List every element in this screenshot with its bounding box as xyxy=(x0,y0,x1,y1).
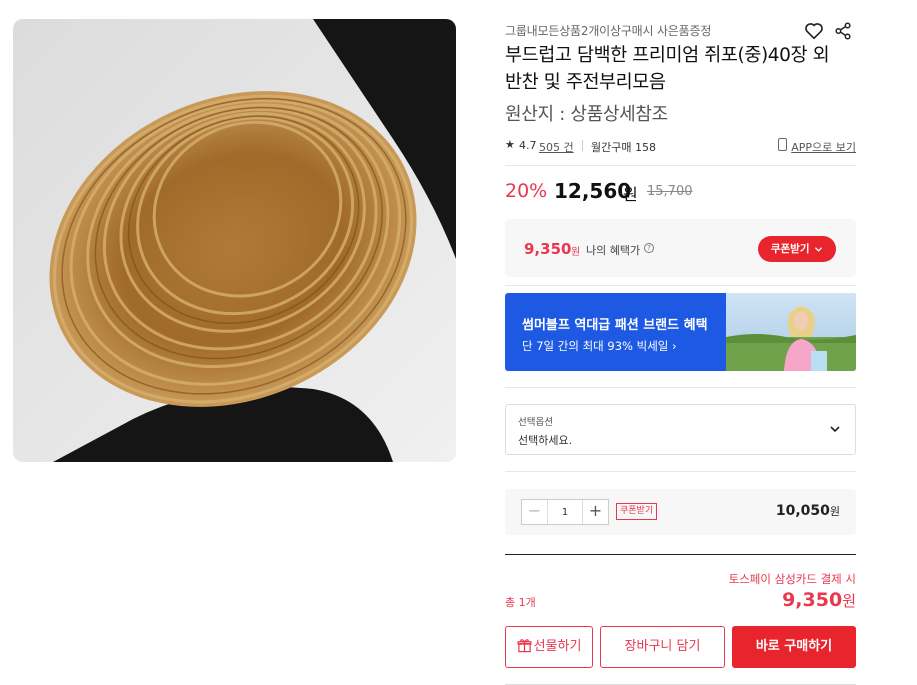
star-icon: ★ xyxy=(505,138,515,151)
promo-banner[interactable]: 썸머블프 역대급 패션 브랜드 혜택 단 7일 간의 최대 93% 빅세일 › xyxy=(505,293,856,371)
product-info-panel: 그룹내모든상품2개이상구매시 사은품증정 부드럽고 담백한 프리미엄 쥐포(중)… xyxy=(505,0,856,685)
meta-divider xyxy=(582,140,583,151)
benefit-box: 9,350 원 나의 혜택가 ? 쿠폰받기 xyxy=(505,219,856,277)
share-icon[interactable] xyxy=(832,20,854,42)
product-meta: ★ 4.7 505 건 월간구매 158 APP으로 보기 xyxy=(505,138,856,156)
sale-price: 12,560 xyxy=(554,179,632,203)
product-title: 부드럽고 담백한 프리미엄 쥐포(중)40장 외 반찬 및 주전부리모음 xyxy=(505,45,830,93)
promo-text: 그룹내모든상품2개이상구매시 사은품증정 xyxy=(505,24,712,38)
benefit-price: 9,350 xyxy=(524,240,572,258)
banner-model-image xyxy=(726,293,856,371)
discount-rate: 20% xyxy=(505,180,548,202)
original-price: 15,700 xyxy=(647,184,693,199)
quantity-stepper: − + xyxy=(521,499,609,525)
dried-filefish-photo xyxy=(13,19,456,462)
option-price-value: 10,050 xyxy=(775,503,830,519)
buy-now-button[interactable]: 바로 구매하기 xyxy=(732,626,856,668)
card-payment-note: 토스페이 삼성카드 결제 시 xyxy=(728,572,856,586)
option-value: 선택하세요. xyxy=(518,434,573,447)
benefit-unit: 원 xyxy=(571,247,581,258)
review-count-link[interactable]: 505 건 xyxy=(539,139,574,155)
option-price: 10,050원 xyxy=(776,503,840,519)
info-icon[interactable]: ? xyxy=(644,243,654,253)
divider xyxy=(505,285,856,286)
gift-icon xyxy=(517,638,532,652)
coupon-button[interactable]: 쿠폰받기 xyxy=(758,236,836,262)
total-price-unit: 원 xyxy=(842,592,856,610)
phone-icon xyxy=(778,138,788,151)
price-unit: 원 xyxy=(623,185,638,204)
divider xyxy=(505,471,856,472)
quantity-input[interactable] xyxy=(548,500,582,524)
option-select[interactable]: 선택옵션 선택하세요. xyxy=(505,404,856,455)
app-view-label: APP으로 보기 xyxy=(791,141,856,154)
heart-icon[interactable] xyxy=(803,20,825,42)
add-to-cart-button[interactable]: 장바구니 담기 xyxy=(600,626,725,668)
rating-value: 4.7 xyxy=(519,139,537,152)
quantity-box: − + 쿠폰받기 10,050원 xyxy=(505,489,856,535)
gift-button[interactable]: 선물하기 xyxy=(505,626,593,668)
option-price-unit: 원 xyxy=(829,505,840,518)
total-price-value: 9,350 xyxy=(782,589,843,611)
divider xyxy=(505,165,856,166)
decrease-button[interactable]: − xyxy=(522,500,548,524)
banner-title: 썸머블프 역대급 패션 브랜드 혜택 xyxy=(522,318,708,333)
total-divider xyxy=(505,554,856,555)
chevron-down-icon xyxy=(830,426,840,433)
coupon-button-label: 쿠폰받기 xyxy=(770,243,810,255)
option-label: 선택옵션 xyxy=(518,417,553,428)
divider xyxy=(505,387,856,388)
increase-button[interactable]: + xyxy=(582,500,608,524)
monthly-purchase: 월간구매 158 xyxy=(591,141,656,154)
coupon-tag[interactable]: 쿠폰받기 xyxy=(616,503,658,520)
chevron-down-icon xyxy=(815,246,823,252)
total-count: 총 1개 xyxy=(505,596,536,609)
total-price: 9,350원 xyxy=(782,589,856,611)
app-view-link[interactable]: APP으로 보기 xyxy=(777,138,856,155)
product-image[interactable] xyxy=(13,19,456,462)
benefit-label: 나의 혜택가 xyxy=(586,244,641,257)
product-origin: 원산지 : 상품상세참조 xyxy=(505,104,668,125)
banner-subtitle: 단 7일 간의 최대 93% 빅세일 › xyxy=(522,339,677,353)
gift-button-label: 선물하기 xyxy=(533,639,582,654)
